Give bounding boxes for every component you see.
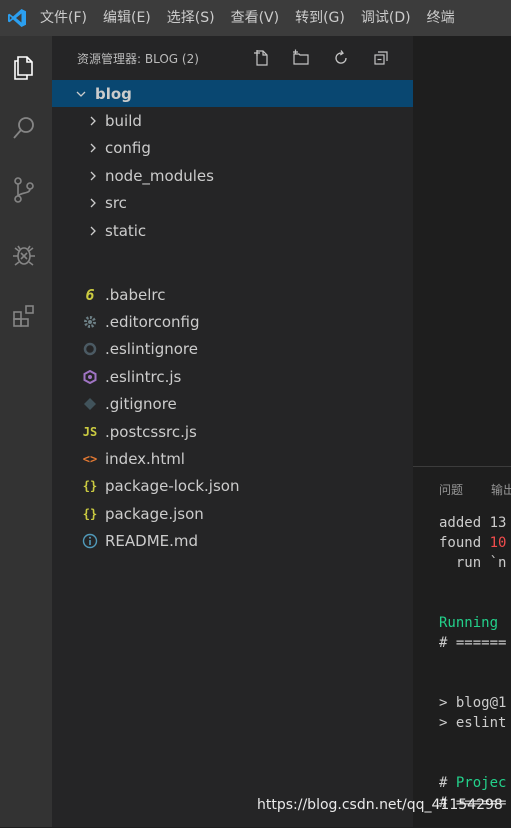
tree-folder-label: static: [105, 221, 147, 240]
tree-root-blog[interactable]: blog: [52, 80, 413, 107]
json-icon: {}: [82, 479, 98, 494]
tree-file-label: index.html: [105, 449, 185, 468]
debug-icon[interactable]: [0, 230, 48, 278]
bottom-panel: 问题 输出 added 13 found 10 run `n Running # =…: [413, 466, 511, 828]
terminal-line: run `n: [439, 555, 507, 571]
tree-file-row[interactable]: .eslintrc.js: [52, 363, 413, 390]
eslint-ignore-icon: [81, 340, 99, 358]
tree-file-row[interactable]: JS .postcssrc.js: [52, 418, 413, 445]
tree-file-row[interactable]: README.md: [52, 528, 413, 555]
tree-root-label: blog: [95, 84, 132, 103]
tree-folder-row[interactable]: static: [52, 217, 413, 244]
new-folder-icon[interactable]: [289, 46, 313, 70]
chevron-right-icon: [85, 223, 101, 239]
explorer-title: 资源管理器: BLOG (2): [77, 52, 199, 66]
explorer-header: 资源管理器: BLOG (2): [52, 36, 413, 80]
watermark-text: https://blog.csdn.net/qq_41154298: [257, 797, 503, 813]
menu-goto[interactable]: 转到(G): [287, 0, 353, 36]
menu-terminal[interactable]: 终端: [419, 0, 463, 36]
menu-bar: 文件(F) 编辑(E) 选择(S) 查看(V) 转到(G) 调试(D) 终端: [0, 0, 511, 36]
files-icon[interactable]: [0, 44, 48, 92]
new-file-icon[interactable]: [250, 46, 274, 70]
terminal-line-highlight: Projec: [455, 775, 507, 791]
tree-file-row[interactable]: {} package.json: [52, 500, 413, 527]
terminal-line-text: found: [439, 535, 490, 551]
menu-file[interactable]: 文件(F): [32, 0, 95, 36]
tree-file-label: .eslintrc.js: [105, 367, 182, 386]
tree-file-label: .babelrc: [105, 285, 166, 304]
chevron-right-icon: [85, 195, 101, 211]
terminal-line-text: > blog@1: [439, 695, 507, 711]
tree-file-label: package.json: [105, 504, 204, 523]
terminal-line: > blog@1: [439, 695, 506, 711]
terminal-line: > eslint: [439, 715, 506, 731]
terminal-line-text: added 13: [439, 515, 507, 531]
search-icon[interactable]: [0, 104, 48, 152]
terminal-line-text: # ======: [439, 635, 507, 651]
activity-bar: [0, 36, 52, 827]
tree-file-row[interactable]: 6 .babelrc: [52, 281, 413, 308]
source-control-icon[interactable]: [0, 166, 48, 214]
tab-problems[interactable]: 问题: [439, 481, 463, 498]
menu-debug[interactable]: 调试(D): [353, 0, 419, 36]
git-icon: [81, 395, 99, 413]
terminal-line: # Projec: [439, 775, 506, 791]
tree-file-row[interactable]: <> index.html: [52, 445, 413, 472]
terminal-line-highlight: 10: [489, 535, 507, 551]
terminal-line: Running: [439, 615, 506, 631]
tree-file-label: .editorconfig: [105, 312, 200, 331]
tree-folder-label: build: [105, 111, 142, 130]
tree-file-row[interactable]: .eslintignore: [52, 336, 413, 363]
terminal-line: found 10: [439, 535, 506, 551]
tree-folder-row[interactable]: build: [52, 107, 413, 134]
tree-folder-row[interactable]: config: [52, 135, 413, 162]
terminal-line: # ======: [439, 635, 506, 651]
tree-folder-row[interactable]: node_modules: [52, 162, 413, 189]
tree-folder-label: src: [105, 194, 127, 212]
tree-folder-label: config: [105, 139, 151, 157]
collapse-all-icon[interactable]: [369, 46, 393, 70]
javascript-icon: JS: [82, 424, 98, 439]
gear-icon: [81, 313, 99, 331]
tree-file-label: .postcssrc.js: [105, 422, 197, 441]
terminal-line-text: > eslint: [439, 715, 507, 731]
terminal-line: added 13: [439, 515, 506, 531]
tree-file-label: .eslintignore: [105, 340, 198, 359]
tree-folder-row[interactable]: src: [52, 190, 413, 217]
terminal-line-text: Running: [439, 615, 507, 631]
babel-icon: 6: [85, 285, 95, 304]
tree-file-label: package-lock.json: [105, 477, 240, 496]
chevron-right-icon: [85, 168, 101, 184]
vscode-logo-icon: [2, 0, 32, 36]
editor-area: [413, 36, 511, 466]
menu-selection[interactable]: 选择(S): [159, 0, 223, 36]
extensions-icon[interactable]: [0, 292, 48, 340]
eslint-icon: [81, 368, 99, 386]
chevron-right-icon: [85, 113, 101, 129]
refresh-icon[interactable]: [329, 46, 353, 70]
tree-file-label: .gitignore: [105, 395, 177, 414]
menu-edit[interactable]: 编辑(E): [95, 0, 159, 36]
info-icon: [81, 532, 99, 550]
chevron-down-icon: [73, 86, 89, 102]
tree-file-row[interactable]: {} package-lock.json: [52, 473, 413, 500]
terminal-line-text: run `n: [439, 555, 507, 571]
tree-file-label: README.md: [105, 532, 199, 551]
json-icon: {}: [82, 506, 98, 521]
explorer-sidebar: 资源管理器: BLOG (2) blog build config node_m…: [52, 36, 413, 827]
tree-folder-label: node_modules: [105, 166, 214, 185]
tree-file-row[interactable]: .gitignore: [52, 391, 413, 418]
tree-file-row[interactable]: .editorconfig: [52, 308, 413, 335]
menu-view[interactable]: 查看(V): [223, 0, 288, 36]
tab-output[interactable]: 输出: [491, 481, 511, 498]
chevron-right-icon: [85, 140, 101, 156]
html-icon: <>: [82, 451, 98, 466]
terminal-line-text: #: [439, 775, 456, 791]
